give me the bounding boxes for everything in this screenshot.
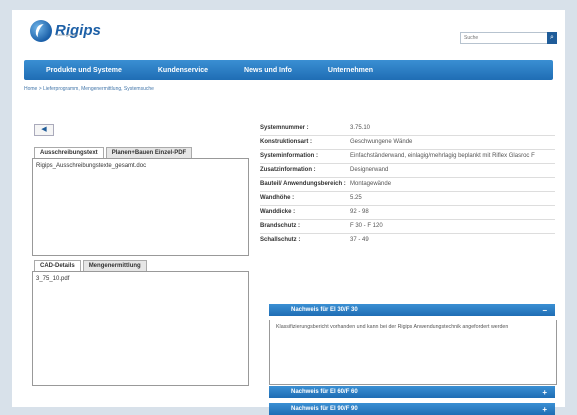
info-value: Montagewände bbox=[350, 181, 392, 187]
search-icon[interactable]: ⌕ bbox=[547, 32, 557, 44]
search-input[interactable] bbox=[461, 35, 547, 41]
nav-item-news[interactable]: News und Info bbox=[222, 67, 292, 74]
expand-icon: + bbox=[542, 387, 547, 397]
accordion-ei60[interactable]: Nachweis für EI 60/F 60 + bbox=[269, 386, 555, 398]
info-key: Wanddicke : bbox=[260, 209, 296, 215]
info-value: 37 - 49 bbox=[350, 237, 369, 243]
info-key: Systemnummer : bbox=[260, 125, 309, 131]
info-row: Systeminformation : Einfachständerwand, e… bbox=[260, 153, 555, 160]
accordion-ei90[interactable]: Nachweis für EI 90/F 90 + bbox=[269, 403, 555, 415]
nav-item-unternehmen[interactable]: Unternehmen bbox=[306, 67, 373, 74]
info-row: Bauteil/ Anwendungsbereich : Montagewände bbox=[260, 181, 555, 188]
info-key: Zusatzinformation : bbox=[260, 167, 316, 173]
nav-item-kundenservice[interactable]: Kundenservice bbox=[136, 67, 208, 74]
info-row: Konstruktionsart : Geschwungene Wände bbox=[260, 139, 555, 146]
info-row: Schallschutz : 37 - 49 bbox=[260, 237, 555, 244]
doc-panel: Rigips_Ausschreibungstexte_gesamt.doc bbox=[32, 158, 249, 256]
nav-item-produkte[interactable]: Produkte und Systeme bbox=[24, 67, 122, 74]
logo-tagline: saint-gobain bbox=[56, 32, 78, 37]
accordion-ei30[interactable]: Nachweis für EI 30/F 30 − bbox=[269, 304, 555, 316]
tab-mengenermittlung[interactable]: Mengenermittlung bbox=[82, 260, 147, 271]
accordion-title: Nachweis für EI 60/F 60 bbox=[291, 389, 358, 395]
breadcrumb[interactable]: Home > Lieferprogramm, Mengenermittlung,… bbox=[24, 86, 154, 92]
accordion-ei30-body: Klassifizierungsbericht vorhanden und ka… bbox=[269, 320, 557, 385]
rigips-logo[interactable]: Rigips bbox=[30, 20, 101, 42]
logo-icon bbox=[30, 20, 52, 42]
divider bbox=[260, 205, 555, 206]
tab-cad-details[interactable]: CAD-Details bbox=[34, 260, 81, 271]
info-value: Einfachständerwand, einlagig/mehrlagig b… bbox=[350, 153, 535, 159]
system-info-table: Systemnummer : 3.75.10 Konstruktionsart :… bbox=[260, 125, 555, 248]
info-value: Geschwungene Wände bbox=[350, 139, 413, 145]
info-value: 92 - 98 bbox=[350, 209, 369, 215]
accordion-text: Klassifizierungsbericht vorhanden und ka… bbox=[276, 324, 509, 330]
tab-ausschreibungstext[interactable]: Ausschreibungstext bbox=[34, 147, 104, 158]
divider bbox=[260, 191, 555, 192]
divider bbox=[260, 149, 555, 150]
doc-file-link[interactable]: Rigips_Ausschreibungstexte_gesamt.doc bbox=[36, 163, 146, 169]
info-value: Designerwand bbox=[350, 167, 389, 173]
divider bbox=[260, 163, 555, 164]
info-key: Bauteil/ Anwendungsbereich : bbox=[260, 181, 346, 187]
info-value: 5.25 bbox=[350, 195, 362, 201]
cad-panel: 3_75_10.pdf bbox=[32, 271, 249, 386]
cad-file-link[interactable]: 3_75_10.pdf bbox=[36, 276, 69, 282]
info-key: Brandschutz : bbox=[260, 223, 301, 229]
info-key: Schallschutz : bbox=[260, 237, 301, 243]
cad-tabs: CAD-Details Mengenermittlung bbox=[34, 260, 149, 271]
search-box: ⌕ bbox=[460, 32, 557, 44]
collapse-icon: − bbox=[542, 305, 547, 315]
info-row: Wanddicke : 92 - 98 bbox=[260, 209, 555, 216]
info-key: Konstruktionsart : bbox=[260, 139, 313, 145]
info-row: Systemnummer : 3.75.10 bbox=[260, 125, 555, 132]
info-value: 3.75.10 bbox=[350, 125, 371, 131]
page-frame: Rigips saint-gobain ⌕ Produkte und Syste… bbox=[12, 10, 565, 415]
expand-icon: + bbox=[542, 404, 547, 414]
tab-planen-bauen[interactable]: Planen+Bauen Einzel-PDF bbox=[105, 147, 193, 158]
divider bbox=[260, 219, 555, 220]
divider bbox=[260, 233, 555, 234]
info-value: F 30 - F 120 bbox=[350, 223, 383, 229]
info-key: Wandhöhe : bbox=[260, 195, 295, 201]
divider bbox=[260, 135, 555, 136]
back-button[interactable]: ◀ bbox=[34, 124, 54, 136]
accordion-title: Nachweis für EI 30/F 30 bbox=[291, 307, 358, 313]
info-row: Wandhöhe : 5.25 bbox=[260, 195, 555, 202]
doc-tabs: Ausschreibungstext Planen+Bauen Einzel-P… bbox=[34, 147, 194, 158]
info-key: Systeminformation : bbox=[260, 153, 319, 159]
divider bbox=[260, 177, 555, 178]
info-row: Brandschutz : F 30 - F 120 bbox=[260, 223, 555, 230]
main-nav: Produkte und Systeme Kundenservice News … bbox=[24, 60, 553, 80]
info-row: Zusatzinformation : Designerwand bbox=[260, 167, 555, 174]
